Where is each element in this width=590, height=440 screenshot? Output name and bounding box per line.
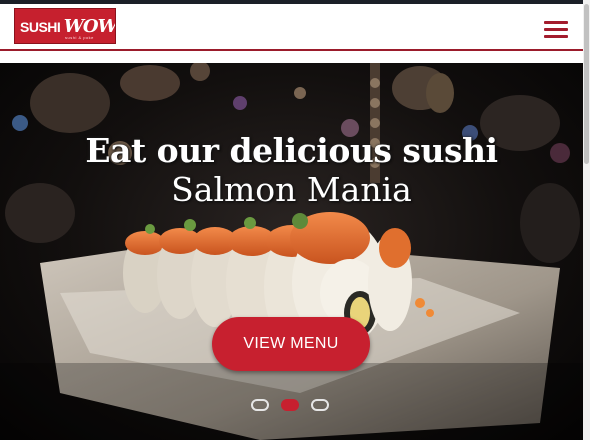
brand-logo[interactable]: SUSHI WOW sushi & poke [14, 8, 116, 44]
hamburger-bar-bottom [544, 35, 568, 38]
hamburger-bar-middle [544, 28, 568, 31]
logo-tagline: sushi & poke [65, 35, 94, 40]
hero-title: Eat our delicious sushi [85, 131, 498, 170]
hero-slider: Eat our delicious sushi Salmon Mania VIE… [0, 63, 583, 440]
slide-dot-3[interactable] [311, 399, 329, 411]
logo-main-text: SUSHI [20, 19, 61, 35]
page-scrollbar[interactable] [583, 0, 590, 440]
view-menu-button[interactable]: VIEW MENU [212, 317, 370, 371]
hero-subtitle: Salmon Mania [171, 170, 412, 209]
scrollbar-thumb[interactable] [584, 4, 589, 164]
slide-dot-2[interactable] [281, 399, 299, 411]
logo-wordmark: SUSHI WOW [20, 16, 116, 37]
hero-background-image [0, 63, 583, 440]
slide-dot-1[interactable] [251, 399, 269, 411]
header-gap [0, 51, 583, 63]
logo-accent-text: WOW [63, 16, 116, 37]
site-header: SUSHI WOW sushi & poke [0, 4, 590, 49]
slider-pagination [251, 399, 331, 413]
hamburger-menu-icon[interactable] [544, 21, 568, 39]
hamburger-bar-top [544, 21, 568, 24]
